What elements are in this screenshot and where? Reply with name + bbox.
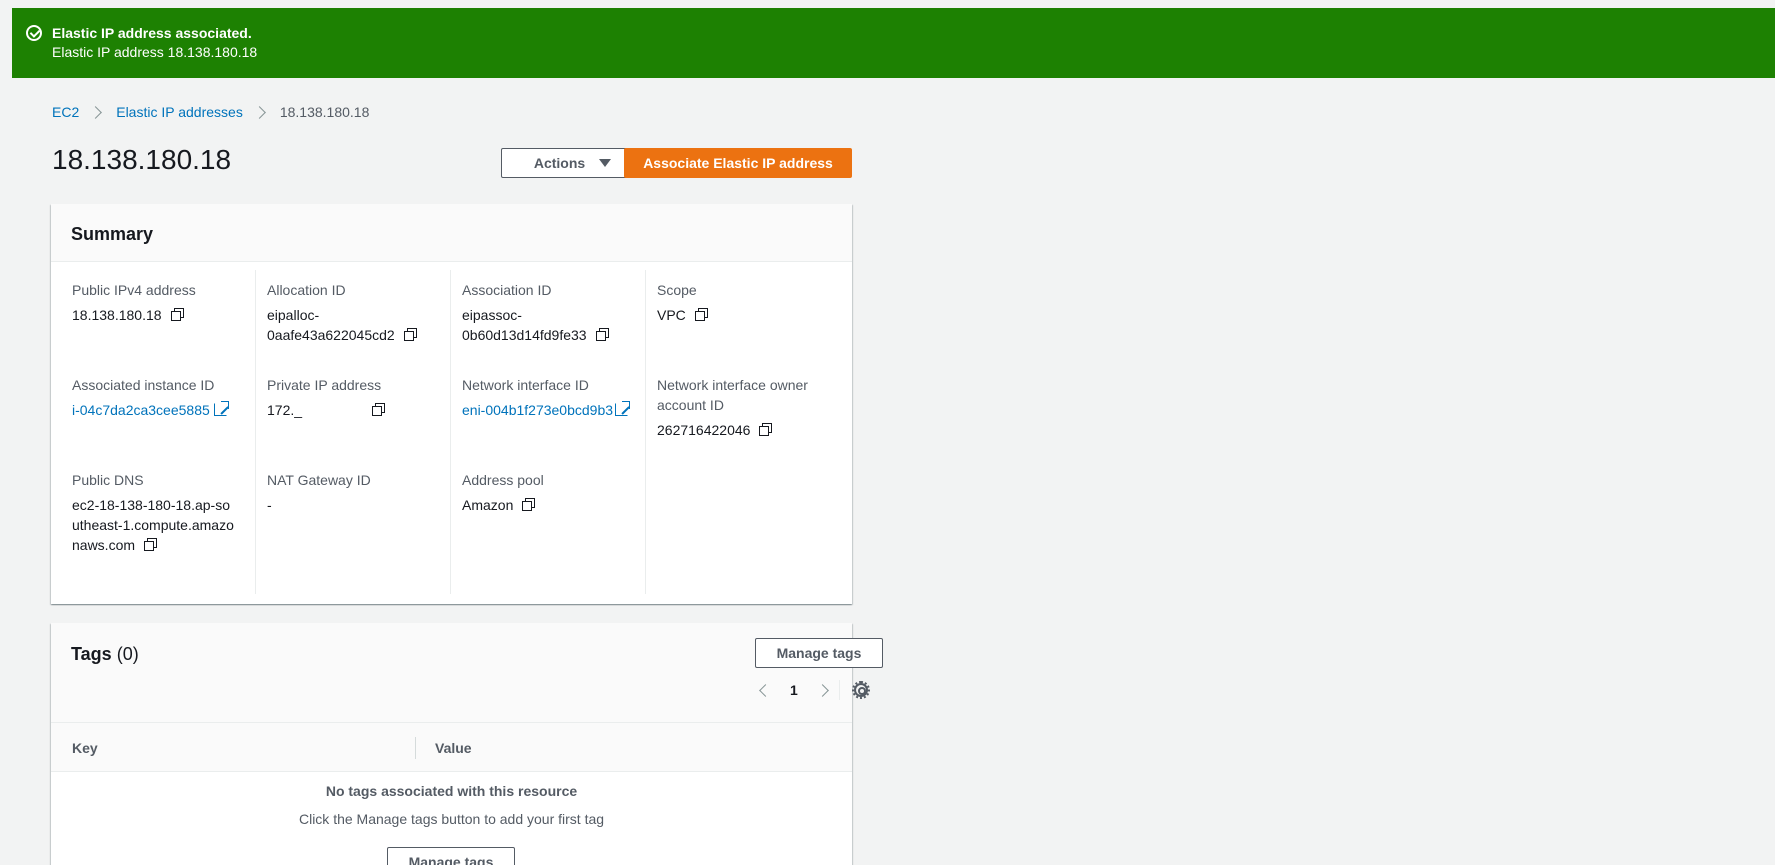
tags-table-header: Key Value: [51, 723, 852, 772]
pagination: 1: [759, 680, 870, 700]
summary-title: Summary: [51, 204, 852, 262]
pager-divider: [838, 680, 840, 700]
breadcrumb-ec2[interactable]: EC2: [52, 104, 79, 120]
chevron-right-icon: [252, 105, 266, 119]
tags-panel: Tags (0) Manage tags 1 Key Value No tags…: [51, 623, 883, 865]
chevron-right-icon: [89, 105, 103, 119]
summary-grid: Public IPv4 address 18.138.180.18 Alloca…: [51, 262, 852, 596]
associate-eip-button[interactable]: Associate Elastic IP address: [624, 148, 852, 178]
field-address-pool: Address pool Amazon: [462, 470, 642, 515]
field-eni-id: Network interface ID eni-004b1f273e0bcd9…: [462, 375, 637, 420]
tags-header: Tags (0): [51, 623, 852, 723]
column-divider: [645, 270, 646, 594]
copy-icon[interactable]: [170, 308, 184, 321]
field-label: Network interface owner account ID: [657, 377, 808, 413]
field-value: 18.138.180.18: [72, 307, 162, 323]
field-nat-gateway: NAT Gateway ID -: [267, 470, 447, 515]
copy-icon[interactable]: [372, 403, 386, 416]
field-value: Amazon: [462, 497, 514, 513]
instance-id-link[interactable]: i-04c7da2ca3cee5885: [72, 402, 210, 418]
success-check-icon: [26, 25, 42, 41]
field-label: Association ID: [462, 282, 552, 298]
flash-title: Elastic IP address associated.: [52, 25, 252, 41]
summary-panel: Summary Public IPv4 address 18.138.180.1…: [51, 204, 852, 604]
empty-title: No tags associated with this resource: [325, 783, 578, 799]
breadcrumb-current: 18.138.180.18: [279, 104, 370, 120]
field-label: Associated instance ID: [72, 377, 215, 393]
field-public-ipv4: Public IPv4 address 18.138.180.18: [72, 280, 252, 325]
tags-empty-state: No tags associated with this resource Cl…: [51, 783, 852, 827]
field-value: -: [267, 497, 272, 513]
field-scope: Scope VPC: [657, 280, 837, 325]
column-divider: [255, 270, 256, 594]
field-instance-id: Associated instance ID i-04c7da2ca3cee58…: [72, 375, 252, 420]
copy-icon[interactable]: [403, 328, 417, 341]
column-header-key[interactable]: Key: [72, 740, 98, 756]
caret-down-icon: [599, 159, 612, 167]
field-private-ip: Private IP address 172._: [267, 375, 447, 420]
eni-id-link[interactable]: eni-004b1f273e0bcd9b3: [462, 402, 613, 418]
column-divider: [450, 270, 451, 594]
field-label: Address pool: [462, 472, 544, 488]
page-title: 18.138.180.18: [52, 144, 232, 175]
gear-icon[interactable]: [851, 681, 870, 699]
chevron-right-icon[interactable]: [815, 683, 829, 697]
field-label: Public DNS: [72, 472, 144, 488]
actions-label: Actions: [533, 155, 586, 171]
field-value: eipassoc-0b60d13d14fd9fe33: [462, 307, 587, 343]
success-flash-banner: Elastic IP address associated. Elastic I…: [12, 8, 1775, 78]
chevron-left-icon[interactable]: [759, 683, 772, 697]
field-eni-owner: Network interface owner account ID 26271…: [657, 375, 842, 440]
copy-icon[interactable]: [144, 538, 158, 551]
actions-dropdown-button[interactable]: Actions: [501, 148, 644, 178]
copy-icon[interactable]: [694, 308, 708, 321]
field-value: 262716422046: [657, 422, 751, 438]
field-label: Private IP address: [267, 377, 382, 393]
page: Elastic IP address associated. Elastic I…: [0, 0, 1775, 865]
field-value: 172._: [267, 402, 303, 418]
breadcrumb-elastic-ips[interactable]: Elastic IP addresses: [116, 104, 243, 120]
copy-icon[interactable]: [759, 423, 773, 436]
tags-title: Tags: [71, 644, 112, 664]
external-link-icon[interactable]: [615, 401, 631, 416]
field-association-id: Association ID eipassoc-0b60d13d14fd9fe3…: [462, 280, 637, 345]
copy-icon[interactable]: [595, 328, 609, 341]
field-label: Network interface ID: [462, 377, 589, 393]
field-label: Allocation ID: [267, 282, 346, 298]
external-link-icon[interactable]: [213, 401, 229, 416]
breadcrumb: EC2 Elastic IP addresses 18.138.180.18: [52, 104, 369, 120]
flash-message: Elastic IP address 18.138.180.18: [52, 44, 258, 60]
field-value: VPC: [657, 307, 686, 323]
field-label: Public IPv4 address: [72, 282, 196, 298]
field-public-dns: Public DNS ec2-18-138-180-18.ap-southeas…: [72, 470, 237, 555]
tags-count: (0): [116, 644, 139, 664]
field-label: Scope: [657, 282, 697, 298]
field-label: NAT Gateway ID: [267, 472, 371, 488]
manage-tags-empty-button[interactable]: Manage tags: [387, 847, 515, 865]
copy-icon[interactable]: [522, 498, 536, 511]
column-header-value[interactable]: Value: [435, 740, 472, 756]
column-divider[interactable]: [415, 737, 416, 759]
field-value: eipalloc-0aafe43a622045cd2: [267, 307, 395, 343]
manage-tags-button[interactable]: Manage tags: [755, 638, 883, 668]
page-number[interactable]: 1: [790, 682, 798, 698]
field-allocation-id: Allocation ID eipalloc-0aafe43a622045cd2: [267, 280, 442, 345]
empty-hint: Click the Manage tags button to add your…: [298, 811, 605, 827]
